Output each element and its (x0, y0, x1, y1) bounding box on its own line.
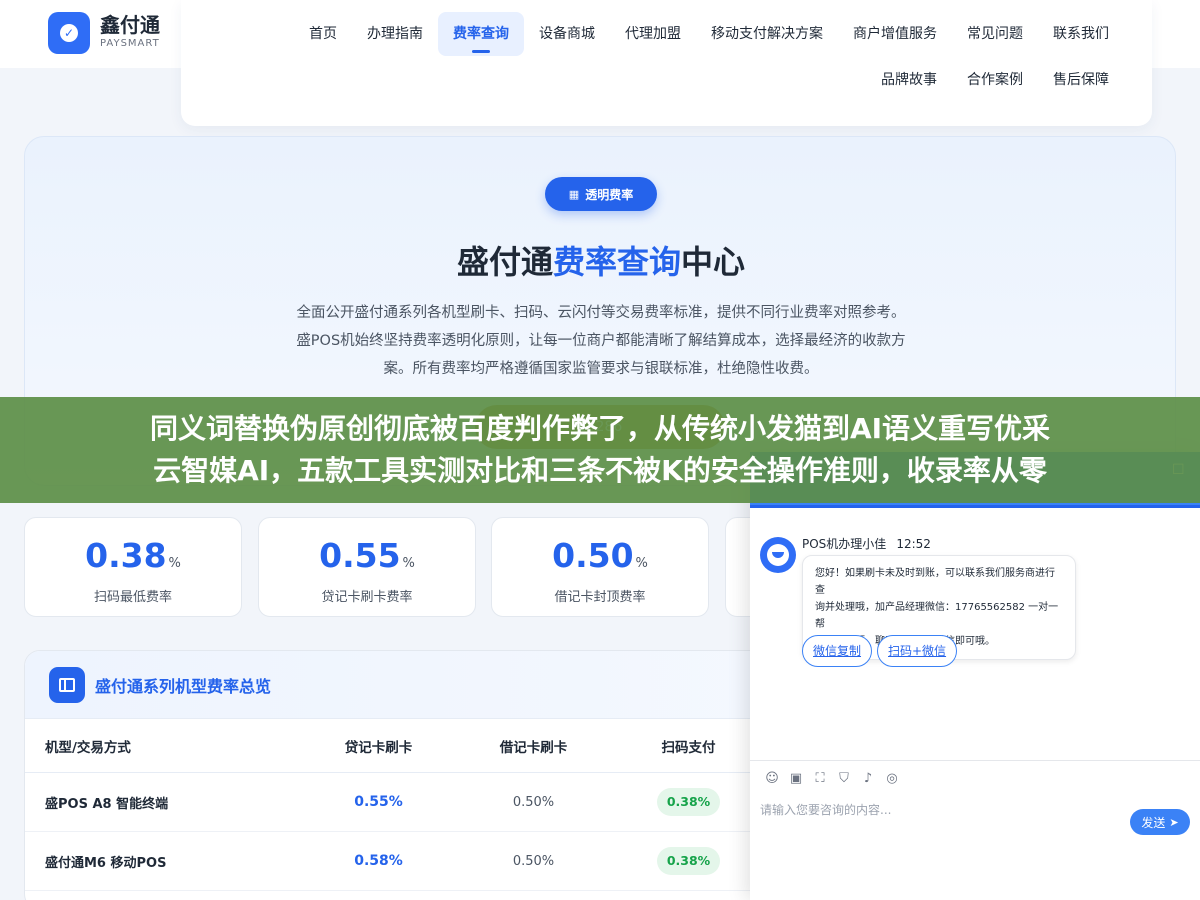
nav-cases[interactable]: 合作案例 (952, 58, 1038, 102)
column-header: 贷记卡刷卡 (344, 739, 413, 756)
message-line: 询并处理哦，加产品经理微信：17765562582 一对一帮 (815, 602, 1059, 630)
column-header: 扫码支付 (661, 739, 716, 756)
crop-icon[interactable]: ⛶ (808, 771, 832, 789)
message-line: 您好！如果刷卡未及时到账，可以联系我们服务商进行查 (815, 568, 1055, 596)
column-header: 机型/交易方式 (45, 739, 131, 756)
banner-line: 同义词替换伪原创彻底被百度判作弊了，从传统小发猫到AI语义重写优采 (149, 412, 1051, 445)
composer-toolbar: ☺ ▣ ⛶ ⛉ ♪ ◎ (750, 761, 1200, 789)
nav-device-store[interactable]: 设备商城 (524, 12, 610, 56)
nav-row-secondary: 品牌故事 合作案例 售后保障 (866, 58, 1124, 102)
nav-faq[interactable]: 常见问题 (952, 12, 1038, 56)
chat-message-input[interactable]: 请输入您要咨询的内容... (760, 801, 891, 818)
title-prefix: 盛付通 (456, 243, 553, 281)
scan-wechat-button[interactable]: 扫码+微信 (877, 635, 958, 667)
agent-avatar-icon (760, 537, 796, 573)
stat-unit: % (168, 556, 181, 571)
brand-name: 鑫付通 (100, 13, 160, 37)
table-icon (49, 666, 85, 703)
stat-card: 0.38% 扫码最低费率 (24, 517, 242, 617)
title-highlight: 费率查询 (552, 243, 681, 281)
nav-mobile-pay[interactable]: 移动支付解决方案 (696, 12, 838, 56)
hero-description: 全面公开盛付通系列各机型刷卡、扫码、云闪付等交易费率标准，提供不同行业费率对照参… (251, 299, 951, 383)
shield-icon[interactable]: ⛉ (832, 771, 856, 789)
main-nav: 首页 办理指南 费率查询 设备商城 代理加盟 移动支付解决方案 商户增值服务 常… (181, 0, 1152, 126)
rate-table-title: 盛付通系列机型费率总览 (95, 676, 272, 696)
credit-rate: 0.58% (354, 853, 403, 869)
hero-badge-label: 透明费率 (585, 187, 634, 202)
scan-rate-badge: 0.38% (656, 788, 721, 816)
stat-value: 0.38 (85, 536, 167, 575)
chat-composer: ☺ ▣ ⛶ ⛉ ♪ ◎ 请输入您要咨询的内容... 发送 ➤ (750, 760, 1200, 894)
message-time: 12:52 (896, 537, 931, 551)
stat-label: 借记卡封顶费率 (554, 590, 646, 605)
logo-check-icon: ✓ (48, 12, 90, 54)
nav-guide[interactable]: 办理指南 (352, 12, 438, 56)
stat-label: 扫码最低费率 (93, 590, 172, 605)
smile-icon[interactable]: ☺ (760, 771, 784, 789)
credit-rate: 0.55% (354, 794, 403, 810)
nav-rate-query[interactable]: 费率查询 (438, 12, 524, 56)
nav-agent[interactable]: 代理加盟 (610, 12, 696, 56)
headline-banner[interactable]: 同义词替换伪原创彻底被百度判作弊了，从传统小发猫到AI语义重写优采 云智媒AI，… (0, 397, 1200, 503)
chart-icon: ▦ (568, 187, 580, 201)
brand-name-en: PAYSMART (100, 38, 160, 49)
stat-value: 0.50 (552, 536, 634, 575)
debit-rate: 0.50% (512, 794, 555, 810)
chat-widget: ☐ POS机办理小佳12:52 您好！如果刷卡未及时到账，可以联系我们服务商进行… (750, 452, 1200, 900)
hero-desc-line: 案。所有费率均严格遵循国家监管要求与银联标准，杜绝隐性收费。 (383, 361, 819, 377)
stat-card: 0.55% 贷记卡刷卡费率 (258, 517, 476, 617)
column-header: 借记卡刷卡 (499, 739, 568, 756)
hero-desc-line: 盛POS机始终坚持费率透明化原则，让每一位商户都能清晰了解结算成本，选择最经济的… (296, 333, 906, 349)
nav-home[interactable]: 首页 (294, 12, 352, 56)
stat-card: 0.50% 借记卡封顶费率 (491, 517, 709, 617)
nav-brand-story[interactable]: 品牌故事 (866, 58, 952, 102)
agent-name: POS机办理小佳 (802, 537, 887, 551)
device-name: 盛POS A8 智能终端 (45, 796, 169, 812)
banner-line: 云智媒AI，五款工具实测对比和三条不被K的安全操作准则，收录率从零 (153, 454, 1047, 487)
stat-unit: % (635, 556, 648, 571)
nav-after-sales[interactable]: 售后保障 (1038, 58, 1124, 102)
chat-icon[interactable]: ◎ (880, 771, 904, 789)
title-suffix: 中心 (681, 243, 746, 281)
hero-badge: ▦ 透明费率 (545, 177, 657, 211)
stat-label: 贷记卡刷卡费率 (321, 590, 413, 605)
nav-merchant-services[interactable]: 商户增值服务 (838, 12, 952, 56)
image-icon[interactable]: ▣ (784, 771, 808, 789)
debit-rate: 0.50% (512, 853, 555, 869)
send-label: 发送 (1141, 815, 1166, 830)
message-meta: POS机办理小佳 12:52 (802, 535, 931, 552)
send-button[interactable]: 发送 ➤ (1130, 809, 1190, 835)
scan-rate-badge: 0.38% (656, 847, 721, 875)
copy-wechat-button[interactable]: 微信复制 (802, 635, 873, 667)
brand-logo[interactable]: ✓ 鑫付通 PAYSMART (48, 12, 160, 54)
stat-unit: % (402, 556, 415, 571)
send-arrow-icon: ➤ (1169, 815, 1179, 829)
page-title: 盛付通费率查询中心 (25, 237, 1177, 283)
device-name: 盛付通M6 移动POS (45, 855, 167, 871)
nav-row-primary: 首页 办理指南 费率查询 设备商城 代理加盟 移动支付解决方案 商户增值服务 常… (294, 12, 1124, 56)
hero-desc-line: 全面公开盛付通系列各机型刷卡、扫码、云闪付等交易费率标准，提供不同行业费率对照参… (296, 305, 906, 321)
stat-value: 0.55 (319, 536, 401, 575)
volume-icon[interactable]: ♪ (856, 771, 880, 789)
nav-contact[interactable]: 联系我们 (1038, 12, 1124, 56)
